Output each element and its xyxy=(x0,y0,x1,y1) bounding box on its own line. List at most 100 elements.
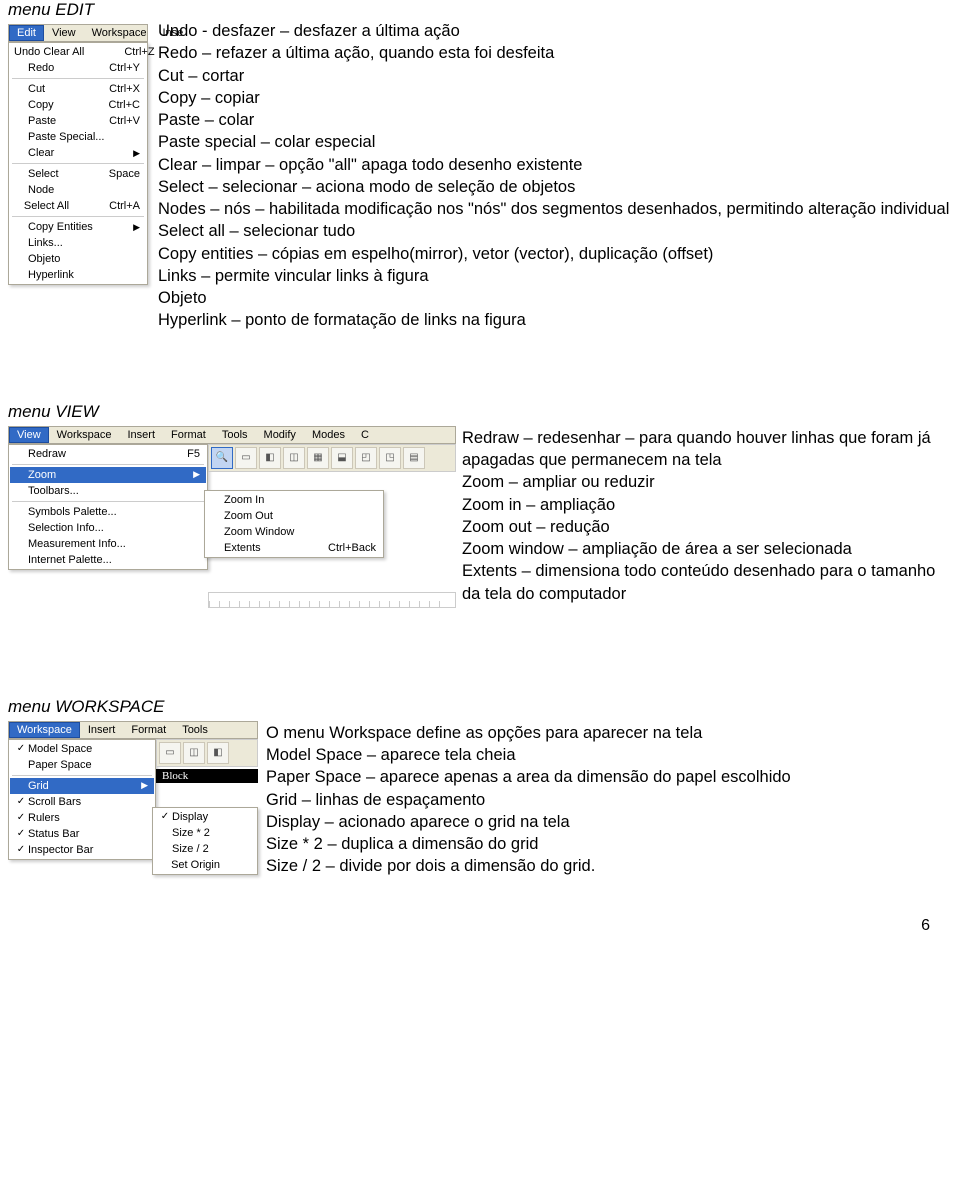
zoom-submenu-item[interactable]: ExtentsCtrl+Back xyxy=(206,540,382,556)
ruler xyxy=(208,592,456,608)
menu-item-label: Scroll Bars xyxy=(28,796,148,808)
menubar-item-tools[interactable]: Tools xyxy=(214,427,256,443)
menu-item-shortcut: Ctrl+Back xyxy=(318,542,376,554)
menu-item-label: Set Origin xyxy=(171,859,250,871)
edit-menubar: Edit View Workspace Inse xyxy=(8,24,148,42)
edit-menu-item[interactable]: Hyperlink xyxy=(10,267,146,283)
menu-item-label: Objeto xyxy=(28,253,140,265)
edit-menu-item[interactable]: SelectSpace xyxy=(10,166,146,182)
edit-menu-item[interactable]: Select AllCtrl+A xyxy=(10,198,146,214)
edit-menu-item[interactable]: Node xyxy=(10,182,146,198)
menu-item-label: Inspector Bar xyxy=(28,844,148,856)
edit-menu-item[interactable]: Undo Clear AllCtrl+Z xyxy=(10,44,146,60)
menubar-item-view2[interactable]: View xyxy=(9,427,49,443)
toolbar-btn-6[interactable]: ⬓ xyxy=(331,447,353,469)
toolbar-btn-5[interactable]: ▦ xyxy=(307,447,329,469)
grid-submenu: ✓Display Size * 2 Size / 2 Set Origin xyxy=(152,807,258,875)
menubar-item-insert3[interactable]: Insert xyxy=(80,722,124,738)
menu-item-shortcut: Ctrl+A xyxy=(99,200,140,212)
menubar-item-format[interactable]: Format xyxy=(163,427,214,443)
check-icon: ✓ xyxy=(14,743,28,754)
toolbar-btn-8[interactable]: ◳ xyxy=(379,447,401,469)
workspace-menu-item[interactable]: Grid▶ xyxy=(10,778,154,794)
workspace-menu-item[interactable]: ✓Status Bar xyxy=(10,826,154,842)
workspace-menu-item[interactable]: ✓Rulers xyxy=(10,810,154,826)
toolbar-btn-4[interactable]: ◫ xyxy=(283,447,305,469)
toolbar-zoom-icon[interactable]: 🔍 xyxy=(211,447,233,469)
edit-menu-item[interactable]: Objeto xyxy=(10,251,146,267)
description-line: Display – acionado aparece o grid na tel… xyxy=(266,811,958,833)
menu-item-label: Paper Space xyxy=(28,759,148,771)
edit-dropdown: Undo Clear AllCtrl+ZRedoCtrl+YCutCtrl+XC… xyxy=(8,42,148,285)
grid-submenu-item[interactable]: Set Origin xyxy=(154,857,256,873)
description-line: Model Space – aparece tela cheia xyxy=(266,744,958,766)
edit-menu-item[interactable]: CutCtrl+X xyxy=(10,81,146,97)
menu-item-label: Status Bar xyxy=(28,828,148,840)
edit-menu-item[interactable]: Clear▶ xyxy=(10,145,146,161)
view-menu-item[interactable]: Measurement Info... xyxy=(10,536,206,552)
menu-item-shortcut: Ctrl+X xyxy=(99,83,140,95)
edit-menu-item[interactable]: Links... xyxy=(10,235,146,251)
ws-toolbar-btn-2[interactable]: ◫ xyxy=(183,742,205,764)
menubar-item-format2[interactable]: Format xyxy=(123,722,174,738)
menu-item-label: Selection Info... xyxy=(28,522,200,534)
view-menu-item[interactable]: Internet Palette... xyxy=(10,552,206,568)
menubar-item-workspace2[interactable]: Workspace xyxy=(49,427,120,443)
ws-toolbar-btn-3[interactable]: ◧ xyxy=(207,742,229,764)
view-menu-item[interactable]: Symbols Palette... xyxy=(10,504,206,520)
menubar-item-c[interactable]: C xyxy=(353,427,377,443)
grid-submenu-item[interactable]: Size / 2 xyxy=(154,841,256,857)
description-line: Zoom – ampliar ou reduzir xyxy=(462,471,958,493)
menu-item-label: Clear xyxy=(28,147,123,159)
edit-menu-item[interactable]: Paste Special... xyxy=(10,129,146,145)
menubar-item-insert[interactable]: Inse xyxy=(154,25,191,41)
description-line: Select – selecionar – aciona modo de sel… xyxy=(158,176,952,198)
menubar-item-tools2[interactable]: Tools xyxy=(174,722,216,738)
toolbar-btn-3[interactable]: ◧ xyxy=(259,447,281,469)
description-line: Redraw – redesenhar – para quando houver… xyxy=(462,427,958,472)
check-icon: ✓ xyxy=(158,811,172,822)
menubar-item-modes[interactable]: Modes xyxy=(304,427,353,443)
view-menu-item[interactable]: RedrawF5 xyxy=(10,446,206,462)
grid-submenu-item[interactable]: ✓Display xyxy=(154,809,256,825)
page-number: 6 xyxy=(921,917,930,935)
edit-menu-item[interactable]: CopyCtrl+C xyxy=(10,97,146,113)
workspace-menu-item[interactable]: Paper Space xyxy=(10,757,154,773)
ws-toolbar-btn-1[interactable]: ▭ xyxy=(159,742,181,764)
menu-item-label: Symbols Palette... xyxy=(28,506,200,518)
grid-submenu-item[interactable]: Size * 2 xyxy=(154,825,256,841)
menubar-item-workspace3[interactable]: Workspace xyxy=(9,722,80,738)
description-line: Size / 2 – divide por dois a dimensão do… xyxy=(266,855,958,877)
menubar-item-view[interactable]: View xyxy=(44,25,84,41)
workspace-menu-item[interactable]: ✓Scroll Bars xyxy=(10,794,154,810)
menubar-item-modify[interactable]: Modify xyxy=(256,427,304,443)
edit-menu-item[interactable]: RedoCtrl+Y xyxy=(10,60,146,76)
workspace-menu-item[interactable]: ✓Model Space xyxy=(10,741,154,757)
menu-item-label: Size * 2 xyxy=(172,827,250,839)
zoom-submenu-item[interactable]: Zoom In xyxy=(206,492,382,508)
zoom-submenu: Zoom InZoom OutZoom WindowExtentsCtrl+Ba… xyxy=(204,490,384,558)
edit-menu-item[interactable]: Copy Entities▶ xyxy=(10,219,146,235)
menu-item-label: Model Space xyxy=(28,743,148,755)
view-menu-item[interactable]: Selection Info... xyxy=(10,520,206,536)
toolbar-btn-2[interactable]: ▭ xyxy=(235,447,257,469)
toolbar-btn-7[interactable]: ◰ xyxy=(355,447,377,469)
description-line: Redo – refazer a última ação, quando est… xyxy=(158,42,952,64)
toolbar-btn-9[interactable]: ▤ xyxy=(403,447,425,469)
view-menu-item[interactable]: Zoom▶ xyxy=(10,467,206,483)
workspace-menubar: Workspace Insert Format Tools xyxy=(8,721,258,739)
workspace-menu-screenshot: Workspace Insert Format Tools ✓Model Spa… xyxy=(8,721,258,860)
view-menu-item[interactable]: Toolbars... xyxy=(10,483,206,499)
section-workspace-title: menu WORKSPACE xyxy=(8,697,165,717)
menubar-item-edit[interactable]: Edit xyxy=(9,25,44,41)
workspace-menu-item[interactable]: ✓Inspector Bar xyxy=(10,842,154,858)
zoom-submenu-item[interactable]: Zoom Out xyxy=(206,508,382,524)
section-workspace: menu WORKSPACE Workspace Insert Format T… xyxy=(0,697,960,907)
description-line: Paper Space – aparece apenas a area da d… xyxy=(266,766,958,788)
submenu-arrow-icon: ▶ xyxy=(131,780,148,791)
zoom-submenu-item[interactable]: Zoom Window xyxy=(206,524,382,540)
menu-item-label: Display xyxy=(172,811,250,823)
edit-menu-item[interactable]: PasteCtrl+V xyxy=(10,113,146,129)
menubar-item-workspace[interactable]: Workspace xyxy=(84,25,155,41)
menubar-item-insert2[interactable]: Insert xyxy=(119,427,163,443)
